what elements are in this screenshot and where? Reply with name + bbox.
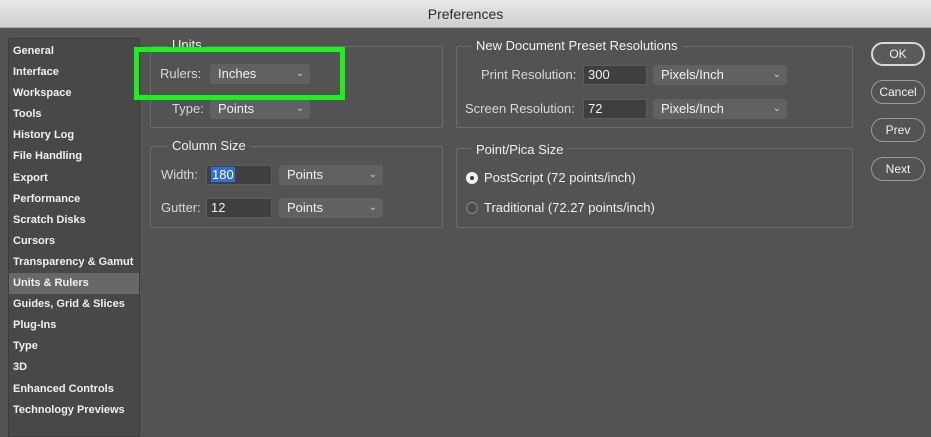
point-pica-group-title: Point/Pica Size <box>472 142 568 157</box>
chevron-down-icon: ⌄ <box>772 69 781 80</box>
print-resolution-label: Print Resolution: <box>481 67 577 82</box>
sidebar-item-guides-grid-slices[interactable]: Guides, Grid & Slices <box>9 294 139 315</box>
sidebar-item-3d[interactable]: 3D <box>9 357 139 378</box>
sidebar-item-general[interactable]: General <box>9 41 139 62</box>
cancel-button[interactable]: Cancel <box>871 80 925 104</box>
sidebar-item-interface[interactable]: Interface <box>9 62 139 83</box>
sidebar-item-file-handling[interactable]: File Handling <box>9 146 139 167</box>
sidebar-item-workspace[interactable]: Workspace <box>9 83 139 104</box>
window-title: Preferences <box>0 0 931 28</box>
gutter-label: Gutter: <box>161 200 201 215</box>
width-unit-value: Points <box>287 167 324 182</box>
screen-resolution-label: Screen Resolution: <box>465 101 575 116</box>
width-unit-select[interactable]: Points ⌄ <box>279 165 383 185</box>
sidebar-item-scratch-disks[interactable]: Scratch Disks <box>9 210 139 231</box>
preferences-sidebar: General Interface Workspace Tools Histor… <box>8 38 140 437</box>
sidebar-item-transparency-gamut[interactable]: Transparency & Gamut <box>9 252 139 273</box>
sidebar-item-type[interactable]: Type <box>9 336 139 357</box>
sidebar-item-technology-previews[interactable]: Technology Previews <box>9 400 139 421</box>
traditional-label: Traditional (72.27 points/inch) <box>484 200 655 215</box>
type-label: Type: <box>172 101 204 116</box>
gutter-unit-select[interactable]: Points ⌄ <box>279 198 383 218</box>
sidebar-item-enhanced-controls[interactable]: Enhanced Controls <box>9 379 139 400</box>
next-button[interactable]: Next <box>871 157 925 181</box>
print-resolution-input[interactable]: 300 <box>583 65 647 85</box>
width-label: Width: <box>161 167 198 182</box>
chevron-down-icon: ⌄ <box>368 169 377 180</box>
postscript-label: PostScript (72 points/inch) <box>484 170 636 185</box>
ok-button[interactable]: OK <box>871 42 925 66</box>
gutter-input[interactable]: 12 <box>206 198 272 218</box>
type-select[interactable]: Points ⌄ <box>210 99 310 119</box>
rulers-select[interactable]: Inches ⌄ <box>210 64 310 84</box>
sidebar-item-history-log[interactable]: History Log <box>9 125 139 146</box>
print-resolution-unit-select[interactable]: Pixels/Inch ⌄ <box>653 65 787 85</box>
screen-resolution-unit-value: Pixels/Inch <box>661 101 724 116</box>
sidebar-item-performance[interactable]: Performance <box>9 189 139 210</box>
radio-unselected-icon <box>466 201 478 214</box>
gutter-unit-value: Points <box>287 200 324 215</box>
print-resolution-value: 300 <box>588 67 610 82</box>
column-size-group-title: Column Size <box>168 138 250 153</box>
sidebar-item-tools[interactable]: Tools <box>9 104 139 125</box>
width-value: 180 <box>211 167 235 182</box>
traditional-radio[interactable]: Traditional (72.27 points/inch) <box>466 200 655 215</box>
screen-resolution-unit-select[interactable]: Pixels/Inch ⌄ <box>653 99 787 119</box>
chevron-down-icon: ⌄ <box>295 103 304 114</box>
sidebar-item-plug-ins[interactable]: Plug-Ins <box>9 315 139 336</box>
rulers-value: Inches <box>218 66 257 81</box>
prev-button[interactable]: Prev <box>871 118 925 142</box>
point-pica-group <box>456 148 853 228</box>
sidebar-item-units-rulers[interactable]: Units & Rulers <box>9 273 139 295</box>
chevron-down-icon: ⌄ <box>368 202 377 213</box>
chevron-down-icon: ⌄ <box>772 103 781 114</box>
gutter-value: 12 <box>211 200 226 215</box>
sidebar-item-export[interactable]: Export <box>9 168 139 189</box>
screen-resolution-input[interactable]: 72 <box>583 99 647 119</box>
print-resolution-unit-value: Pixels/Inch <box>661 67 724 82</box>
type-value: Points <box>218 101 255 116</box>
resolutions-group-title: New Document Preset Resolutions <box>472 38 682 53</box>
rulers-label: Rulers: <box>160 66 202 81</box>
units-group-title: Units <box>168 37 206 52</box>
radio-selected-icon <box>466 171 478 184</box>
screen-resolution-value: 72 <box>588 101 603 116</box>
chevron-down-icon: ⌄ <box>295 68 304 79</box>
postscript-radio[interactable]: PostScript (72 points/inch) <box>466 170 636 185</box>
sidebar-item-cursors[interactable]: Cursors <box>9 231 139 252</box>
width-input[interactable]: 180 <box>206 165 272 185</box>
